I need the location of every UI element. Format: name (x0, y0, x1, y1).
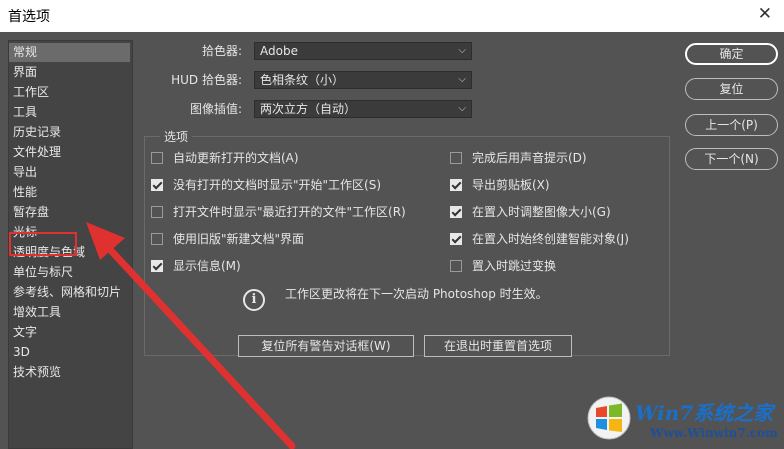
checkbox-label: 没有打开的文档时显示"开始"工作区(S) (173, 178, 382, 192)
info-icon: i (243, 289, 265, 311)
prev-button[interactable]: 上一个(P) (685, 114, 778, 136)
watermark-url: Www.Winwin7.com (650, 426, 778, 440)
color-picker-value: Adobe (260, 44, 298, 58)
reset-button[interactable]: 复位 (685, 78, 778, 100)
highlight-box (9, 232, 77, 256)
hud-color-picker-value: 色相条纹（小） (260, 73, 345, 87)
checkbox-label: 打开文件时显示"最近打开的文件"工作区(R) (173, 205, 406, 219)
checkbox-box (450, 152, 462, 164)
sidebar-item-scratch-disks[interactable]: 暂存盘 (13, 203, 49, 222)
sidebar-item-tech-preview[interactable]: 技术预览 (13, 363, 61, 382)
checkbox-label: 置入时跳过变换 (472, 259, 557, 273)
title-bar: 首选项 ✕ (0, 0, 784, 32)
watermark: Win7系统之家 Www.Winwin7.com (585, 393, 784, 449)
color-picker-label: 拾色器: (201, 44, 242, 58)
sidebar-item-3d[interactable]: 3D (13, 343, 30, 362)
checkbox-box (151, 206, 163, 218)
sidebar-item-guides-grid[interactable]: 参考线、网格和切片 (13, 283, 121, 302)
checkbox-box (151, 233, 163, 245)
chevron-down-icon: ⌵ (458, 103, 466, 114)
ok-button[interactable]: 确定 (685, 43, 778, 65)
checkbox-label: 在置入时调整图像大小(G) (472, 205, 611, 219)
sidebar-item-history[interactable]: 历史记录 (13, 123, 61, 142)
close-icon[interactable]: ✕ (758, 4, 772, 24)
reset-on-quit-button[interactable]: 在退出时重置首选项 (424, 335, 572, 357)
image-interpolation-value: 两次立方（自动） (260, 102, 357, 116)
sidebar-item-units-rulers[interactable]: 单位与标尺 (13, 263, 73, 282)
checkbox-label: 显示信息(M) (173, 259, 241, 273)
sidebar-item-file-handling[interactable]: 文件处理 (13, 143, 61, 162)
checkbox-box (151, 260, 163, 272)
sidebar-item-tools[interactable]: 工具 (13, 103, 37, 122)
hud-color-picker-select[interactable]: 色相条纹（小） ⌵ (254, 71, 472, 89)
sidebar-item-general[interactable]: 常规 (9, 43, 130, 62)
sidebar-item-type[interactable]: 文字 (13, 323, 37, 342)
image-interpolation-label: 图像插值: (189, 102, 242, 116)
checkbox-box (450, 206, 462, 218)
checkbox-box (151, 152, 163, 164)
hud-color-picker-label: HUD 拾色器: (171, 73, 242, 87)
window-title: 首选项 (8, 9, 50, 25)
sidebar-item-plugins[interactable]: 增效工具 (13, 303, 61, 322)
chevron-down-icon: ⌵ (458, 74, 466, 85)
color-picker-select[interactable]: Adobe ⌵ (254, 42, 472, 60)
checkbox-label: 导出剪贴板(X) (472, 178, 550, 192)
checkbox-box (450, 260, 462, 272)
reset-all-warnings-button[interactable]: 复位所有警告对话框(W) (238, 335, 414, 357)
checkbox-label: 自动更新打开的文档(A) (173, 151, 299, 165)
checkbox-label: 在置入时始终创建智能对象(J) (472, 232, 629, 246)
sidebar-item-performance[interactable]: 性能 (13, 183, 37, 202)
windows-logo-icon (587, 396, 631, 440)
chevron-down-icon: ⌵ (458, 45, 466, 56)
sidebar-item-workspace[interactable]: 工作区 (13, 83, 49, 102)
checkbox-box (450, 233, 462, 245)
preferences-dialog: 常规 界面 工作区 工具 历史记录 文件处理 导出 性能 暂存盘 光标 透明度与… (0, 32, 784, 449)
info-message: 工作区更改将在下一次启动 Photoshop 时生效。 (285, 287, 548, 301)
checkbox-label: 完成后用声音提示(D) (472, 151, 587, 165)
checkbox-box (450, 179, 462, 191)
sidebar-item-interface[interactable]: 界面 (13, 63, 37, 82)
checkbox-label: 使用旧版"新建文档"界面 (173, 232, 305, 246)
image-interpolation-select[interactable]: 两次立方（自动） ⌵ (254, 100, 472, 118)
next-button[interactable]: 下一个(N) (685, 148, 778, 170)
checkbox-box (151, 179, 163, 191)
watermark-brand: Win7系统之家 (635, 401, 774, 425)
sidebar-item-export[interactable]: 导出 (13, 163, 37, 182)
options-group-title: 选项 (160, 128, 193, 145)
